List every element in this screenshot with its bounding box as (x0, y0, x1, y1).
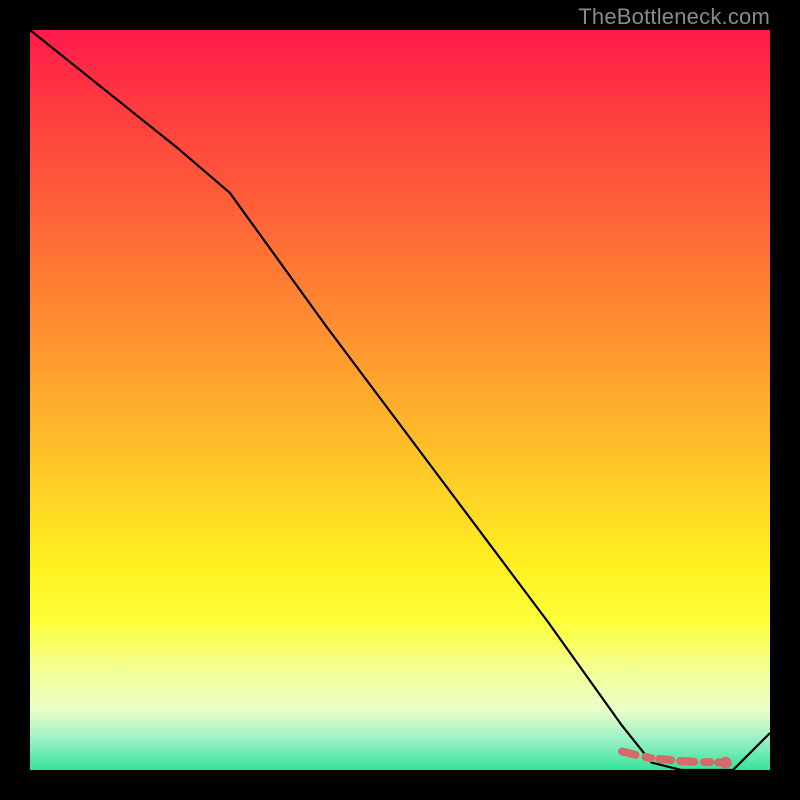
main-curve-path (30, 30, 770, 770)
watermark-text: TheBottleneck.com (578, 4, 770, 30)
chart-overlay (30, 30, 770, 770)
target-range-end-dot (720, 757, 732, 769)
main-curve (30, 30, 770, 770)
target-range-marker (622, 752, 732, 769)
target-range-dash (622, 752, 726, 763)
chart-frame: TheBottleneck.com (0, 0, 800, 800)
